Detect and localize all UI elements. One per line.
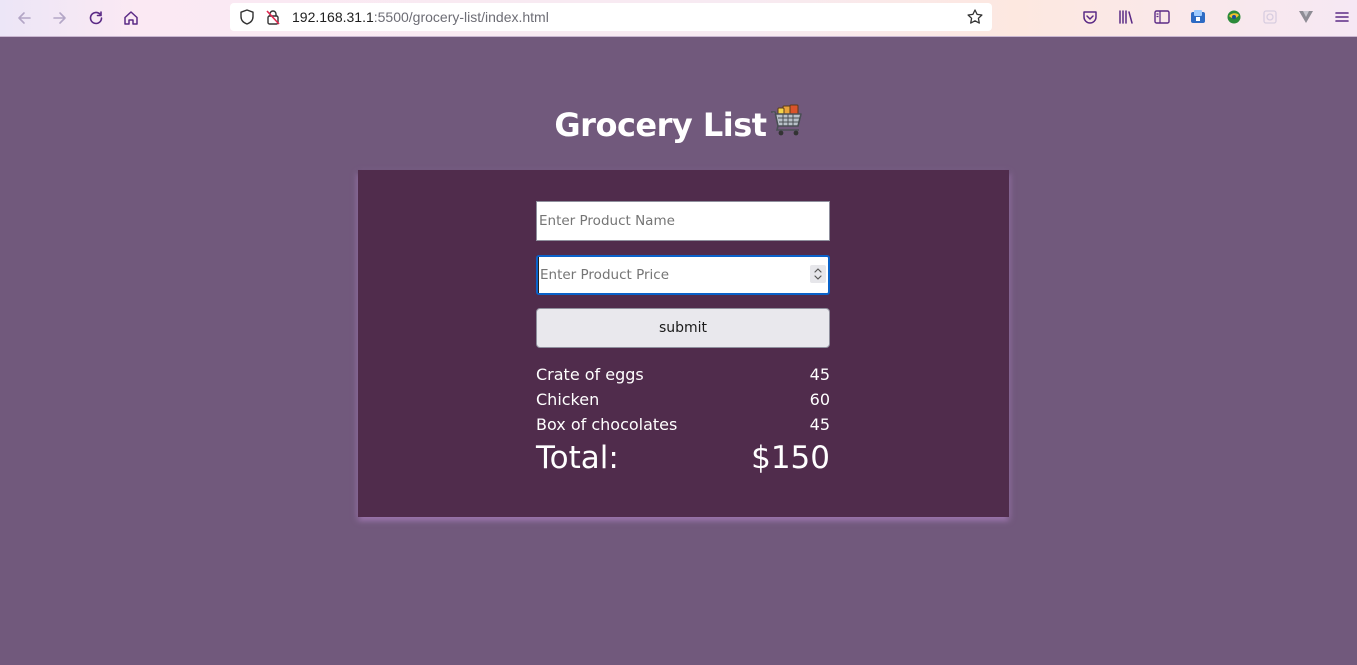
page-title-text: Grocery List: [554, 106, 767, 144]
item-name: Crate of eggs: [536, 365, 644, 384]
home-icon[interactable]: [119, 6, 143, 30]
back-icon[interactable]: [12, 6, 36, 30]
extension-icon[interactable]: [1224, 7, 1244, 27]
product-price-input[interactable]: [538, 257, 798, 293]
extension-icon[interactable]: [1188, 7, 1208, 27]
url-host: 192.168.31.1: [292, 9, 374, 25]
item-price: 45: [809, 365, 830, 384]
grocery-item-list: Crate of eggs 45 Chicken 60 Box of choco…: [536, 362, 830, 437]
extension-icon[interactable]: [1260, 7, 1280, 27]
item-name: Box of chocolates: [536, 415, 678, 434]
list-item: Box of chocolates 45: [536, 412, 830, 437]
forward-icon[interactable]: [48, 6, 72, 30]
list-item: Chicken 60: [536, 387, 830, 412]
bookmark-star-icon[interactable]: [966, 8, 984, 26]
url-text: 192.168.31.1:5500/grocery-list/index.htm…: [292, 9, 549, 25]
total-label: Total:: [536, 440, 619, 476]
url-bar[interactable]: 192.168.31.1:5500/grocery-list/index.htm…: [230, 3, 992, 31]
item-price: 60: [809, 390, 830, 409]
menu-icon[interactable]: [1332, 7, 1352, 27]
not-secure-icon[interactable]: [264, 8, 282, 26]
item-name: Chicken: [536, 390, 600, 409]
list-item: Crate of eggs 45: [536, 362, 830, 387]
library-icon[interactable]: [1116, 7, 1136, 27]
product-price-field[interactable]: [536, 255, 830, 295]
total-row: Total: $150: [536, 440, 830, 476]
shield-icon[interactable]: [238, 8, 256, 26]
sidebar-icon[interactable]: [1152, 7, 1172, 27]
pocket-icon[interactable]: [1080, 7, 1100, 27]
submit-button[interactable]: submit: [536, 308, 830, 348]
url-path: :5500/grocery-list/index.html: [373, 9, 549, 25]
grocery-card: submit Crate of eggs 45 Chicken 60 Box o…: [358, 170, 1009, 517]
total-value: $150: [751, 440, 830, 476]
page-title: Grocery List: [0, 104, 1357, 146]
product-name-input[interactable]: [536, 201, 830, 241]
reload-icon[interactable]: [84, 6, 108, 30]
shopping-cart-icon: [769, 104, 803, 146]
browser-toolbar: 192.168.31.1:5500/grocery-list/index.htm…: [0, 0, 1357, 37]
number-spinner[interactable]: [810, 265, 826, 283]
extension-icon[interactable]: [1296, 7, 1316, 27]
item-price: 45: [809, 415, 830, 434]
